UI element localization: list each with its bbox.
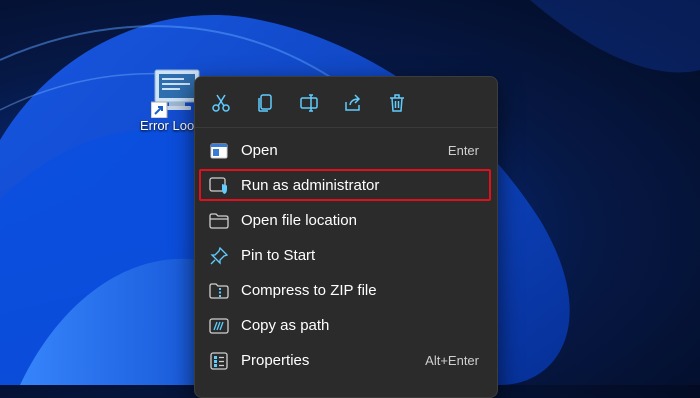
open-icon [209, 141, 229, 161]
menu-item-label: Copy as path [241, 317, 330, 334]
shortcut-text: Enter [447, 143, 479, 158]
delete-icon [390, 94, 404, 112]
monitor-icon [150, 66, 200, 119]
properties-icon [209, 351, 229, 371]
menu-item-label: Pin to Start [241, 247, 316, 264]
rename-button[interactable] [297, 91, 321, 115]
menu-item-compress-to-zip[interactable]: Compress to ZIP file [201, 275, 491, 307]
pin-icon [209, 246, 229, 266]
share-button[interactable] [341, 91, 365, 115]
menu-item-open[interactable]: Open Enter [201, 135, 491, 167]
delete-button[interactable] [385, 91, 409, 115]
menu-item-label: Properties [241, 352, 310, 369]
share-icon [345, 94, 361, 111]
menu-item-properties[interactable]: Properties Alt+Enter [201, 345, 491, 377]
menu-item-label: Run as administrator [241, 177, 380, 194]
context-menu-toolbar [195, 77, 497, 128]
zip-icon [209, 281, 229, 301]
menu-item-label: Compress to ZIP file [241, 282, 377, 299]
menu-item-run-as-administrator[interactable]: Run as administrator [199, 169, 491, 202]
menu-item-open-file-location[interactable]: Open file location [201, 205, 491, 237]
copy-button[interactable] [253, 91, 277, 115]
copy-icon [258, 94, 272, 112]
copy-path-icon [209, 316, 229, 336]
shortcut-text: Alt+Enter [425, 353, 479, 368]
folder-icon [209, 211, 229, 231]
cut-icon [212, 94, 230, 112]
menu-item-label: Open file location [241, 212, 357, 229]
context-menu: Open Enter Run as administrator Open fil… [194, 76, 498, 398]
menu-item-copy-as-path[interactable]: Copy as path [201, 310, 491, 342]
cut-button[interactable] [209, 91, 233, 115]
menu-item-label: Open [241, 142, 278, 159]
rename-icon [300, 94, 318, 112]
menu-item-pin-to-start[interactable]: Pin to Start [201, 240, 491, 272]
shield-icon [209, 176, 229, 196]
